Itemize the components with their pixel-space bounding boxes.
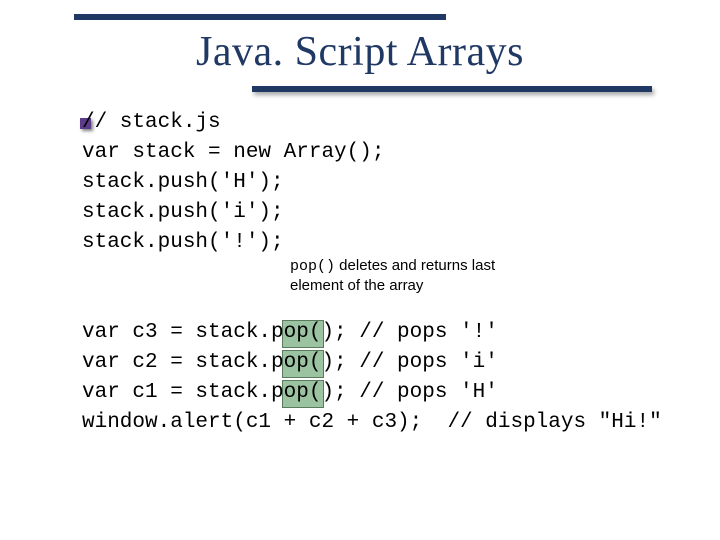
code-line: var c3 = stack.pop(); // pops '!' xyxy=(82,318,682,348)
slide-title: Java. Script Arrays xyxy=(0,28,720,76)
code-line: var stack = new Array(); xyxy=(82,138,642,168)
slide: Java. Script Arrays // stack.js var stac… xyxy=(0,0,720,540)
code-line: var c2 = stack.pop(); // pops 'i' xyxy=(82,348,682,378)
code-line: window.alert(c1 + c2 + c3); // displays … xyxy=(82,408,682,438)
code-block-upper: // stack.js var stack = new Array(); sta… xyxy=(82,108,642,258)
code-line: stack.push('i'); xyxy=(82,198,642,228)
code-line: var c1 = stack.pop(); // pops 'H' xyxy=(82,378,682,408)
annotation-text-1: deletes and returns last xyxy=(335,257,495,274)
code-line: stack.push('H'); xyxy=(82,168,642,198)
code-block-lower: var c3 = stack.pop(); // pops '!' var c2… xyxy=(82,318,682,438)
annotation-text-2: element of the array xyxy=(290,277,423,294)
rule-top xyxy=(74,14,446,20)
rule-bottom xyxy=(252,86,652,92)
code-line: // stack.js xyxy=(82,108,642,138)
annotation: pop() deletes and returns last element o… xyxy=(290,256,550,295)
code-line: stack.push('!'); xyxy=(82,228,642,258)
annotation-code-token: pop() xyxy=(290,258,335,275)
